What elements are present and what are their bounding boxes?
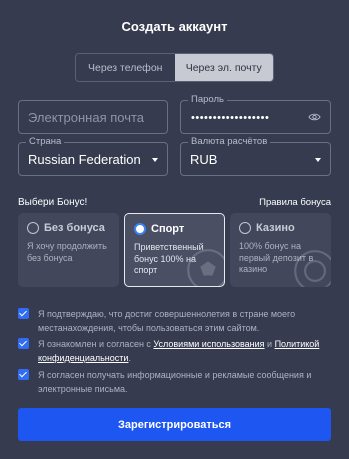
consent-terms-suffix: . <box>128 353 131 363</box>
eye-icon[interactable] <box>308 112 321 122</box>
register-button[interactable]: Зарегистрироваться <box>18 408 331 441</box>
consent-age: Я подтверждаю, что достиг совершеннолети… <box>18 307 333 335</box>
bonus-description: Я хочу продолжить без бонуса <box>27 241 107 263</box>
consent-terms-prefix: Я ознакомлен и согласен с <box>38 339 154 349</box>
country-label: Страна <box>26 136 65 148</box>
currency-select[interactable]: Валюта расчётов RUB <box>180 136 331 176</box>
currency-value: RUB <box>190 152 218 167</box>
bonus-name: Без бонуса <box>44 222 105 234</box>
consent-age-text: Я подтверждаю, что достиг совершеннолети… <box>38 309 296 333</box>
currency-label: Валюта расчётов <box>188 136 271 148</box>
radio-button[interactable] <box>134 223 146 235</box>
chevron-down-icon <box>315 158 321 162</box>
bonus-card-none[interactable]: Без бонуса Я хочу продолжить без бонуса <box>18 213 119 287</box>
consent-terms-text: Я ознакомлен и согласен с Условиями испо… <box>38 337 333 365</box>
checkbox-terms[interactable] <box>18 338 29 349</box>
terms-of-use-link[interactable]: Условиями использования <box>153 339 264 349</box>
chevron-down-icon <box>152 158 158 162</box>
checkbox-age[interactable] <box>18 308 29 319</box>
email-field[interactable] <box>18 100 168 134</box>
password-label: Пароль <box>188 94 227 106</box>
country-value: Russian Federation <box>28 152 141 167</box>
password-field[interactable]: Пароль •••••••••••••••••• <box>180 94 331 134</box>
password-value: •••••••••••••••••• <box>191 112 270 124</box>
consent-marketing: Я согласен получать информационные и рек… <box>18 368 333 396</box>
consent-marketing-text: Я согласен получать информационные и рек… <box>38 370 312 394</box>
casino-chip-icon <box>294 250 331 287</box>
tab-phone[interactable]: Через телефон <box>76 54 175 81</box>
bonus-card-casino[interactable]: Казино 100% бонус на первый депозит в ка… <box>230 213 331 287</box>
email-input[interactable] <box>19 101 167 133</box>
tab-email[interactable]: Через эл. почту <box>174 54 273 81</box>
bonus-heading: Выбери Бонус! <box>18 197 88 208</box>
radio-button[interactable] <box>27 222 39 234</box>
consent-terms: Я ознакомлен и согласен с Условиями испо… <box>18 337 333 365</box>
soccer-ball-icon <box>187 249 224 286</box>
bonus-name: Спорт <box>151 223 185 235</box>
page-title: Создать аккаунт <box>121 19 228 34</box>
bonus-card-sport[interactable]: Спорт Приветственный бонус 100% на спорт <box>124 213 225 287</box>
radio-button[interactable] <box>239 222 251 234</box>
bonus-name: Казино <box>256 222 295 234</box>
country-select[interactable]: Страна Russian Federation <box>18 136 168 176</box>
registration-method-tabs: Через телефон Через эл. почту <box>75 53 274 82</box>
consent-terms-and: и <box>264 339 275 349</box>
checkbox-marketing[interactable] <box>18 369 29 380</box>
bonus-rules-link[interactable]: Правила бонуса <box>259 197 331 208</box>
